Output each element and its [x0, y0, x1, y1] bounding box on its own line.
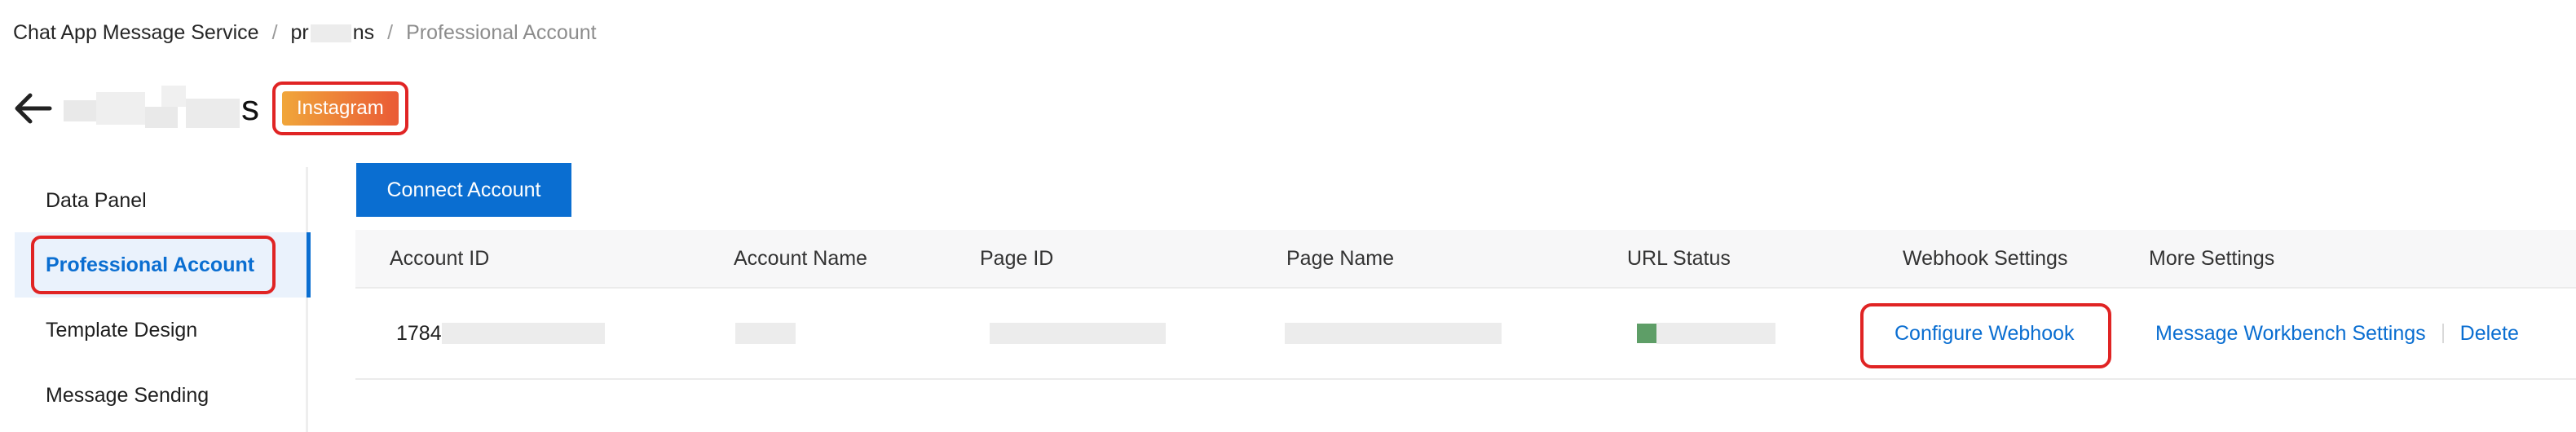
configure-webhook-highlight [1860, 303, 2111, 368]
column-header-page-id: Page ID [980, 246, 1054, 270]
breadcrumb-middle[interactable]: pr ns [291, 21, 375, 45]
instagram-badge: Instagram [282, 91, 399, 126]
sidebar-item-label: Template Design [46, 318, 198, 342]
account-name-cell [735, 289, 796, 378]
accounts-table: Account ID Account Name Page ID Page Nam… [355, 230, 2576, 380]
sidebar-item-label: Message Sending [46, 383, 210, 407]
column-header-more-settings: More Settings [2149, 246, 2275, 270]
page-name-cell [1285, 289, 1502, 378]
sidebar-item-data-panel[interactable]: Data Panel [46, 184, 147, 217]
badge-highlight: Instagram [272, 82, 408, 135]
message-workbench-settings-link[interactable]: Message Workbench Settings [2155, 322, 2426, 346]
connect-account-button[interactable]: Connect Account [356, 163, 571, 217]
delete-link[interactable]: Delete [2460, 322, 2519, 346]
link-divider [2441, 324, 2444, 343]
account-id-prefix: 1784 [396, 321, 442, 345]
account-id-cell: 1784 [396, 289, 605, 378]
breadcrumb-middle-suffix: ns [352, 20, 375, 44]
url-status-indicator [1637, 323, 1775, 344]
redacted-page-name [1285, 323, 1502, 344]
sidebar-item-label: Professional Account [46, 253, 255, 276]
breadcrumb-separator: / [387, 20, 394, 44]
redacted-account-name [735, 323, 796, 344]
page-header: s Instagram [10, 80, 408, 137]
sidebar-item-label: Data Panel [46, 188, 147, 212]
breadcrumb-current: Professional Account [406, 20, 597, 44]
redacted-text [310, 24, 351, 42]
status-bar [1637, 324, 1656, 343]
column-header-account-name: Account Name [734, 246, 867, 270]
table-row: 1784 Configure Webhook Message Workbench… [355, 289, 2576, 380]
redacted-page-id [990, 323, 1166, 344]
page-title: s [64, 84, 259, 133]
sidebar-item-template-design[interactable]: Template Design [46, 314, 197, 346]
table-header: Account ID Account Name Page ID Page Nam… [355, 230, 2576, 289]
redacted-title [64, 86, 240, 131]
breadcrumb-root[interactable]: Chat App Message Service [13, 21, 259, 45]
sidebar-item-message-sending[interactable]: Message Sending [46, 379, 209, 412]
breadcrumb-middle-prefix: pr [290, 20, 309, 44]
arrow-left-icon[interactable] [10, 86, 55, 131]
page-title-suffix: s [241, 88, 259, 128]
breadcrumb: Chat App Message Service / pr ns / Profes… [13, 18, 597, 47]
page-id-cell [990, 289, 1166, 378]
redacted-url-status [1656, 323, 1775, 344]
sidebar: Data Panel Professional Account Template… [0, 167, 311, 432]
redacted-account-id [441, 323, 605, 344]
sidebar-item-professional-account[interactable]: Professional Account [46, 249, 254, 281]
column-header-page-name: Page Name [1286, 246, 1395, 270]
column-header-url-status: URL Status [1627, 246, 1731, 270]
more-settings-cell: Message Workbench Settings Delete [2155, 289, 2519, 378]
column-header-webhook-settings: Webhook Settings [1903, 246, 2068, 270]
url-status-cell [1637, 289, 1775, 378]
column-header-account-id: Account ID [390, 246, 490, 270]
breadcrumb-separator: / [271, 20, 278, 44]
